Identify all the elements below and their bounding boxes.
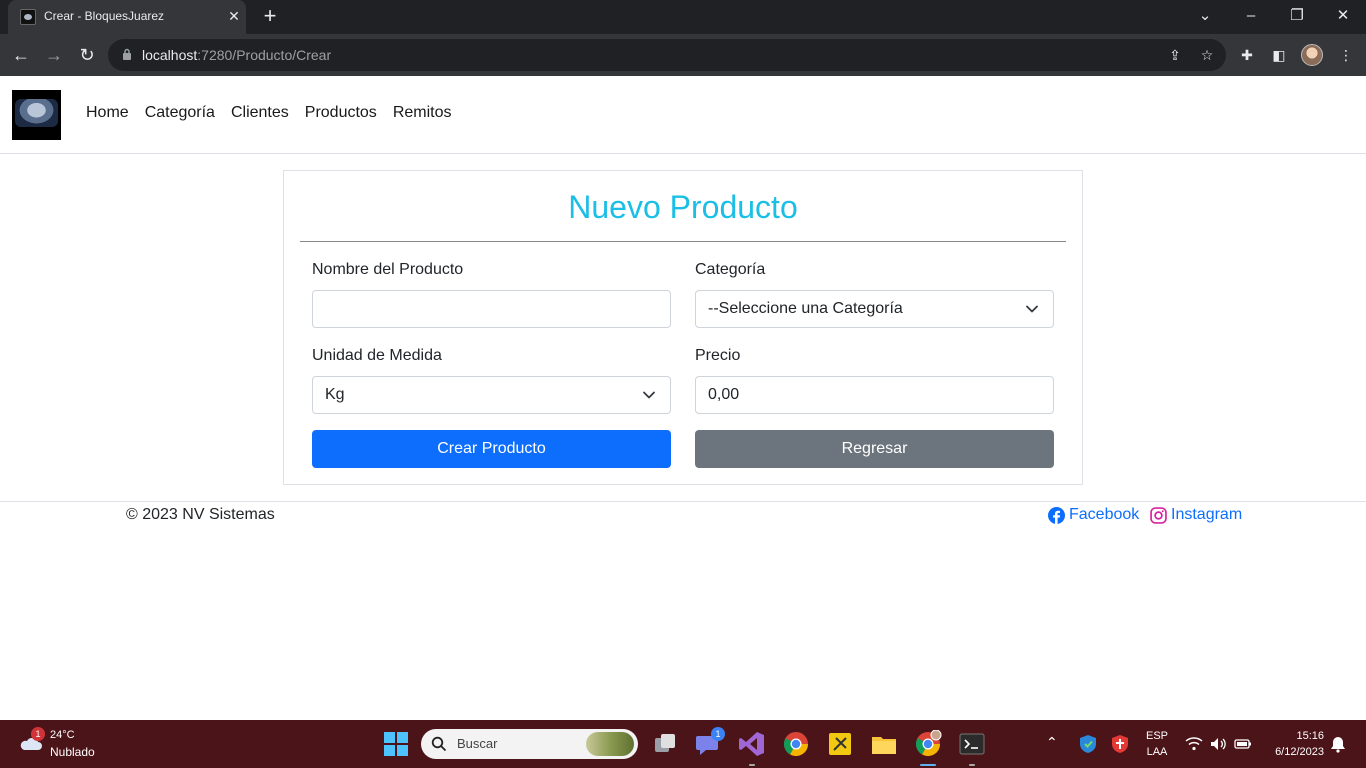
instagram-link[interactable]: Instagram [1150,506,1242,524]
share-icon[interactable]: ⇪ [1165,45,1185,65]
nav-links: Home Categoría Clientes Productos Remito… [86,104,452,122]
chevron-down-icon [1026,305,1038,313]
file-explorer-icon[interactable] [870,730,898,758]
site-logo[interactable] [12,90,61,140]
site-navbar: Home Categoría Clientes Productos Remito… [0,77,1366,154]
web-page: Home Categoría Clientes Productos Remito… [0,77,1366,720]
defender-shield-icon[interactable] [1078,734,1098,754]
taskbar-search-box[interactable]: Buscar [421,729,638,759]
search-highlight-image [586,732,634,756]
restore-icon[interactable]: ❐ [1283,4,1311,28]
clock-date[interactable]: 6/12/2023 [1260,746,1324,758]
nav-link-categoria[interactable]: Categoría [145,104,215,122]
chrome-active-icon[interactable] [914,730,942,758]
categoria-select[interactable]: --Seleccione una Categoría [695,290,1054,328]
language-top[interactable]: ESP [1144,730,1170,742]
facebook-link[interactable]: Facebook [1048,506,1139,524]
precio-label: Precio [695,347,741,364]
clock-time[interactable]: 15:16 [1266,730,1324,742]
volume-icon[interactable] [1209,736,1227,752]
side-panel-icon[interactable]: ◧ [1269,45,1289,65]
url-text[interactable]: localhost:7280/Producto/Crear [142,47,331,63]
url-path: :7280/Producto/Crear [197,47,332,63]
chrome-icon[interactable] [782,730,810,758]
nombre-label: Nombre del Producto [312,261,464,278]
facebook-icon [1048,506,1065,524]
url-host: localhost [142,47,198,63]
new-tab-icon[interactable]: + [258,5,282,29]
weather-notification-badge: 1 [31,727,45,741]
title-divider [300,241,1066,242]
product-form-card: Nuevo Producto Nombre del Producto Categ… [283,170,1083,485]
language-bottom[interactable]: LAA [1144,746,1170,758]
footer-divider [0,501,1366,502]
minimize-icon[interactable]: – [1237,4,1265,28]
facebook-label: Facebook [1069,506,1140,523]
battery-icon[interactable] [1234,737,1252,751]
tray-overflow-chevron-icon[interactable]: ⌃ [1046,734,1058,751]
categoria-label: Categoría [695,261,766,278]
nav-link-clientes[interactable]: Clientes [231,104,289,122]
chrome-active-indicator [920,764,936,766]
browser-toolbar: ← → ↻ localhost:7280/Producto/Crear ⇪ ☆ … [0,34,1366,76]
profile-avatar[interactable] [1301,44,1323,66]
search-icon [431,736,447,752]
sticky-notes-icon[interactable] [826,730,854,758]
nombre-input[interactable] [312,290,671,328]
wifi-icon[interactable] [1185,736,1203,752]
task-view-icon[interactable] [651,730,679,758]
crear-producto-button[interactable]: Crear Producto [312,430,671,468]
tab-close-icon[interactable]: ✕ [224,6,244,26]
search-placeholder: Buscar [457,736,498,751]
antivirus-shield-icon[interactable] [1110,734,1130,754]
browser-menu-icon[interactable]: ⋮ [1336,45,1356,65]
precio-input[interactable]: 0,00 [695,376,1054,414]
unidad-label: Unidad de Medida [312,347,442,364]
browser-tab-bar: Crear - BloquesJuarez ✕ + ⌄ – ❐ ✕ [0,0,1366,34]
terminal-running-indicator [969,764,975,766]
weather-temperature[interactable]: 24°C [50,729,75,741]
back-icon[interactable]: ← [8,42,34,68]
visual-studio-icon[interactable] [738,730,766,758]
chevron-down-icon [643,391,655,399]
windows-start-icon[interactable] [382,730,410,758]
instagram-label: Instagram [1171,506,1243,523]
tab-search-chevron-icon[interactable]: ⌄ [1191,4,1219,28]
unidad-selected-value: Kg [325,386,345,403]
tab-title: Crear - BloquesJuarez [44,9,165,23]
instagram-icon [1150,506,1167,524]
regresar-button[interactable]: Regresar [695,430,1054,468]
bookmark-star-icon[interactable]: ☆ [1197,45,1217,65]
notification-bell-icon[interactable] [1330,735,1346,753]
unidad-select[interactable]: Kg [312,376,671,414]
nav-link-home[interactable]: Home [86,104,129,122]
browser-tab[interactable]: Crear - BloquesJuarez ✕ [8,0,246,34]
weather-description[interactable]: Nublado [50,745,95,759]
teams-notification-badge: 1 [711,727,725,741]
lock-icon[interactable] [122,48,132,60]
logo-emblem [15,99,58,127]
address-bar[interactable]: localhost:7280/Producto/Crear ⇪ ☆ [108,39,1226,71]
close-window-icon[interactable]: ✕ [1329,4,1357,28]
terminal-icon[interactable] [958,730,986,758]
forward-icon[interactable]: → [41,42,67,68]
vs-running-indicator [749,764,755,766]
footer-copyright: © 2023 NV Sistemas [126,506,275,523]
nav-link-productos[interactable]: Productos [305,104,377,122]
windows-taskbar: 1 24°C Nublado Buscar 1 ⌃ ESP LAA 15:16 … [0,720,1366,768]
extensions-icon[interactable]: ✚ [1237,45,1257,65]
form-title: Nuevo Producto [568,189,798,225]
reload-icon[interactable]: ↻ [74,42,100,68]
categoria-selected-value: --Seleccione una Categoría [708,300,903,317]
site-favicon-icon [20,9,36,25]
nav-link-remitos[interactable]: Remitos [393,104,452,122]
